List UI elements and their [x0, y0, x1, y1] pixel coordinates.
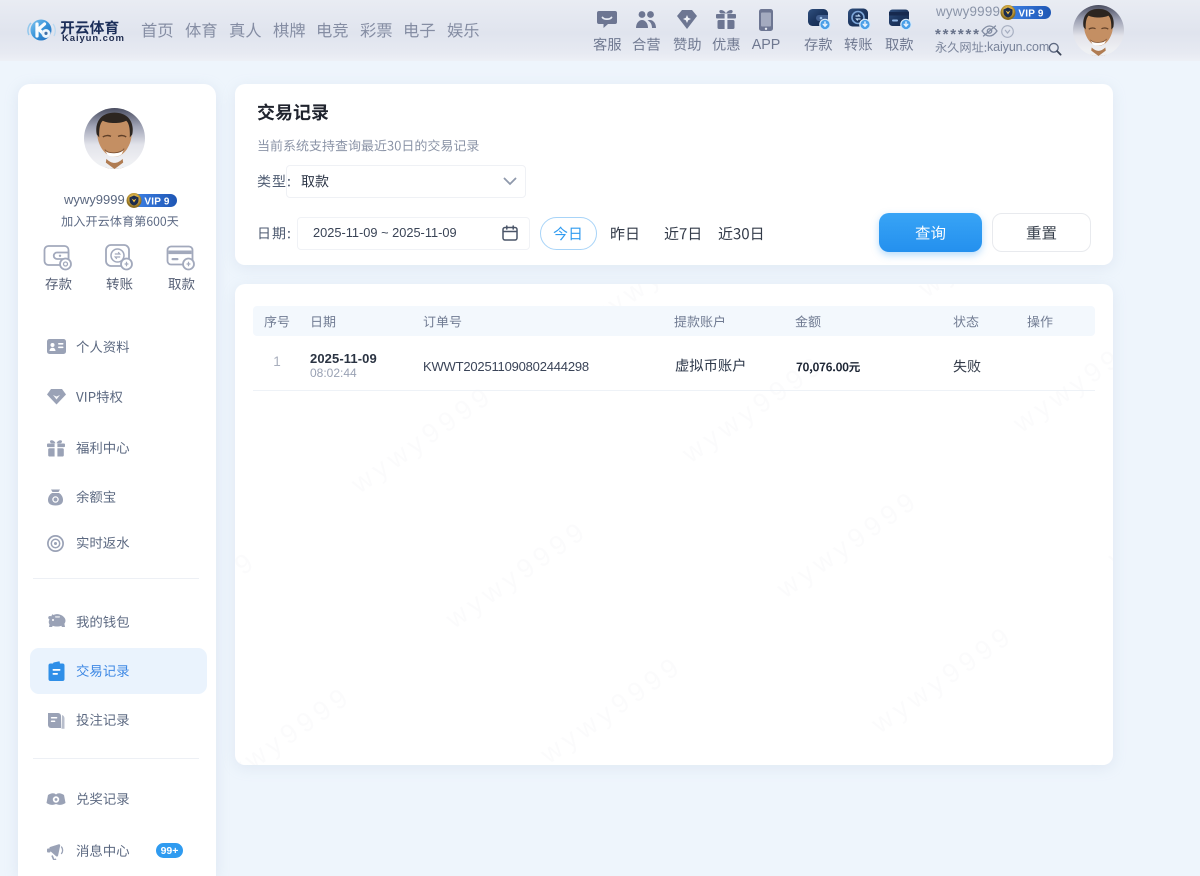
svg-text:VIP 9: VIP 9 — [144, 197, 170, 208]
svg-text:VIP 9: VIP 9 — [1018, 9, 1044, 20]
